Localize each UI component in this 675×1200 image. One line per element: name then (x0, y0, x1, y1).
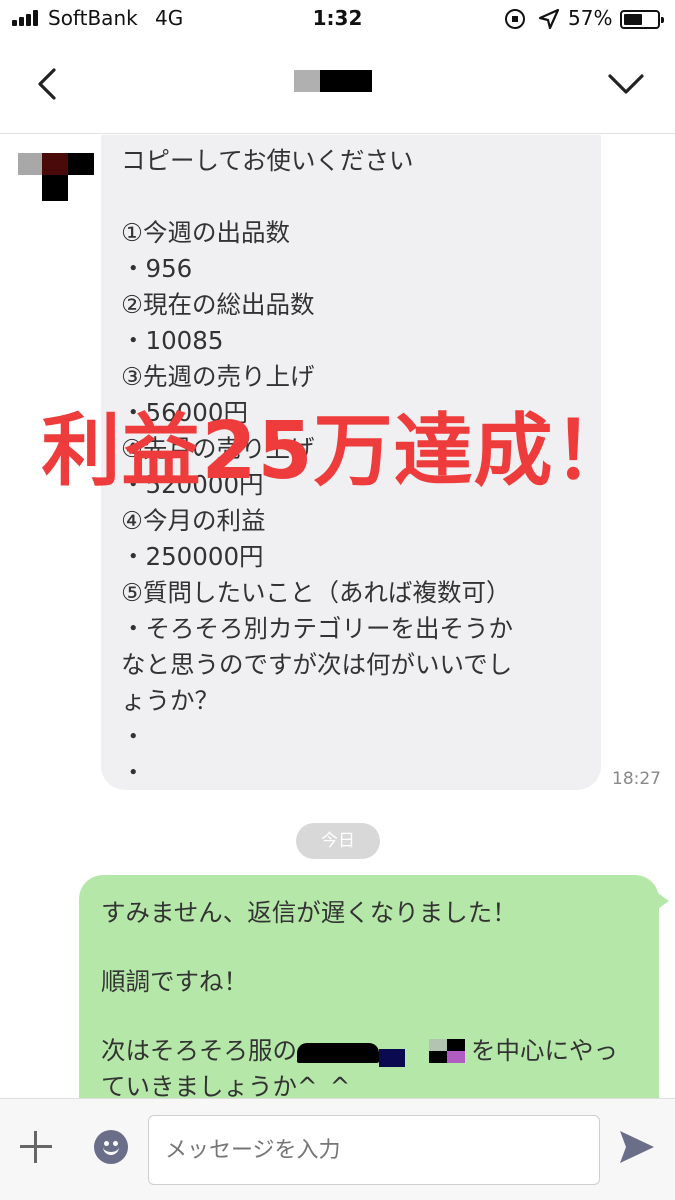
rotation-lock-icon (505, 9, 525, 29)
chat-area[interactable]: コピーしてお使いください ①今週の出品数 ・956 ②現在の総出品数 ・1008… (0, 135, 675, 1098)
redacted-text (297, 1037, 409, 1067)
message-line: ⑤質問したいこと（あれば複数可） (121, 578, 511, 607)
message-line: ょうか？ (121, 686, 219, 715)
message-input-bar (0, 1098, 675, 1200)
overlay-caption: 利益25万達成！ (41, 405, 634, 497)
chevron-down-icon[interactable] (606, 68, 646, 98)
message-line: ていきましょうか^_^ (101, 1072, 351, 1098)
send-icon[interactable] (616, 1127, 658, 1167)
message-line: なと思うのですが次は何がいいでし (121, 650, 513, 679)
status-bar: SoftBank 4G 1:32 57% (0, 0, 675, 38)
chat-title-redacted (294, 70, 372, 92)
message-line (121, 179, 579, 215)
message-line: ・ (121, 722, 146, 751)
message-line: 順調ですね！ (101, 967, 248, 996)
battery-icon (620, 10, 664, 29)
message-line: ②現在の総出品数 (121, 290, 315, 319)
outgoing-message-bubble[interactable]: すみません、返信が遅くなりました！ 順調ですね！ 次はそろそろ服の を中心にやっ … (79, 875, 669, 1098)
chevron-left-icon[interactable] (30, 66, 66, 102)
message-line: ・そろそろ別カテゴリーを出そうか (121, 614, 513, 643)
redacted-text (429, 1037, 471, 1067)
message-line: ・ (121, 758, 146, 787)
message-line: ・10085 (121, 326, 224, 355)
date-divider: 今日 (296, 823, 380, 859)
battery-percent: 57% (568, 6, 613, 30)
avatar[interactable] (18, 143, 94, 201)
message-line: ・250000円 (121, 542, 264, 571)
message-line: ・956 (121, 254, 193, 283)
plus-icon[interactable] (20, 1131, 52, 1163)
message-text: 次はそろそろ服の (101, 1036, 297, 1065)
location-icon (538, 8, 560, 30)
message-text: を中心にやっ (471, 1036, 618, 1065)
message-input[interactable] (148, 1115, 600, 1185)
message-line: ④今月の利益 (121, 506, 266, 535)
message-line: ①今週の出品数 (121, 218, 290, 247)
chat-header (0, 38, 675, 134)
message-line: コピーしてお使いください (121, 146, 414, 175)
message-line: 次はそろそろ服の を中心にやっ (101, 1033, 637, 1069)
message-timestamp: 18:27 (612, 769, 661, 789)
message-line: すみません、返信が遅くなりました！ (101, 898, 517, 927)
emoji-icon[interactable] (94, 1130, 128, 1164)
